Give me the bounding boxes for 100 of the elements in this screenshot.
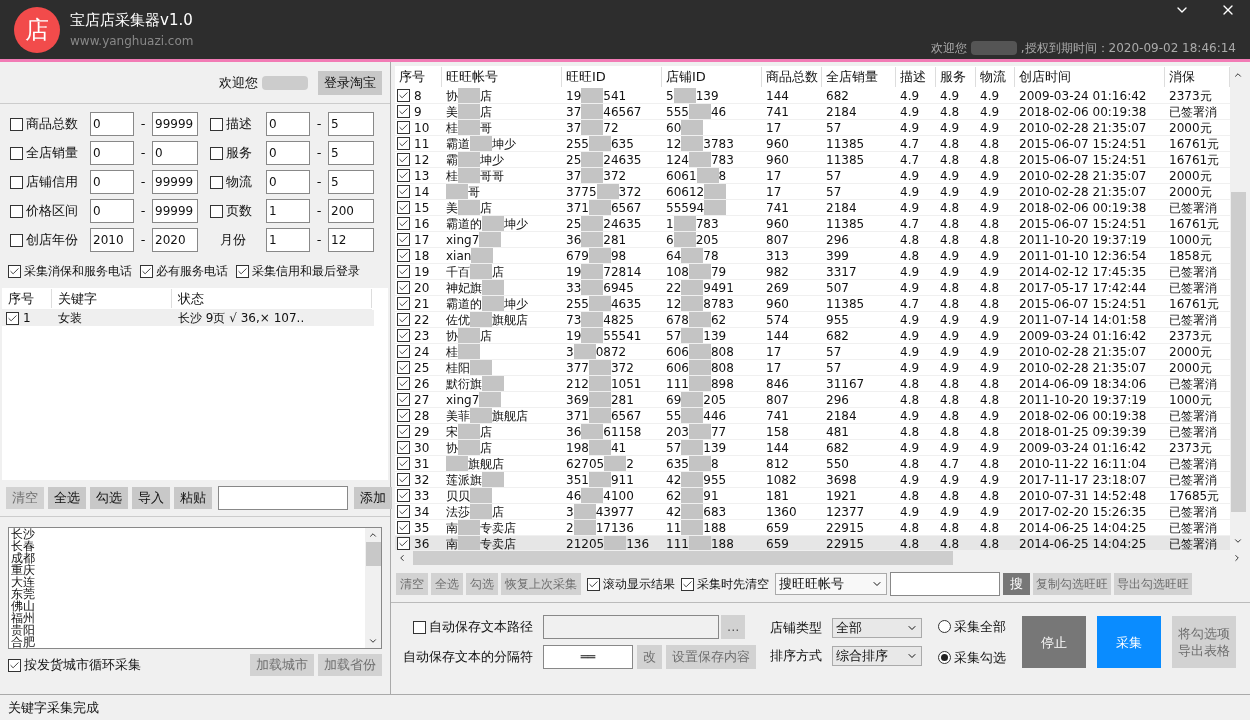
input-field[interactable]: 1 bbox=[266, 228, 310, 252]
input-field[interactable]: 0 bbox=[266, 112, 310, 136]
table-row[interactable]: 32 莲派旗 351 911 42 955 1082 3698 4.9 4.9 4.9 2017-11-17 23:18:07 已签署消 bbox=[395, 472, 1230, 488]
input-field[interactable]: 99999 bbox=[152, 199, 198, 223]
checkbox[interactable] bbox=[397, 377, 410, 390]
checkbox[interactable] bbox=[397, 153, 410, 166]
scroll-thumb[interactable] bbox=[365, 542, 381, 566]
button[interactable]: 勾选 bbox=[90, 487, 128, 509]
checkbox[interactable] bbox=[397, 441, 410, 454]
table-row[interactable]: 28 美菲 旗舰店 371 6567 55 446 741 2184 4.9 4.8 4.9 2018-02-06 00:19:38 已签署消 bbox=[395, 408, 1230, 424]
scroll-right-icon[interactable] bbox=[1232, 553, 1242, 563]
table-row[interactable]: 24 桂 3 0872 606 808 17 57 4.9 4.9 4.9 2010-02-28 21:35:07 2000元 bbox=[395, 344, 1230, 360]
checkbox[interactable] bbox=[397, 297, 410, 310]
list-item[interactable]: 重庆 bbox=[11, 564, 365, 576]
button[interactable]: 添加 bbox=[354, 487, 392, 509]
list-item[interactable]: 贵阳 bbox=[11, 624, 365, 636]
checkbox[interactable] bbox=[681, 577, 694, 591]
checkbox[interactable] bbox=[397, 89, 410, 102]
input-field[interactable]: 0 bbox=[266, 170, 310, 194]
checkbox[interactable] bbox=[397, 137, 410, 150]
dropdown[interactable]: 搜旺旺帐号 bbox=[775, 573, 887, 595]
scroll-down-icon[interactable] bbox=[1233, 536, 1243, 546]
input-field[interactable]: 5 bbox=[328, 112, 374, 136]
scroll-thumb[interactable] bbox=[1230, 192, 1246, 512]
checkbox[interactable] bbox=[10, 117, 23, 131]
checkbox[interactable] bbox=[397, 361, 410, 374]
checkbox[interactable] bbox=[236, 264, 249, 278]
checkbox[interactable] bbox=[10, 175, 23, 189]
checkbox[interactable] bbox=[210, 117, 223, 131]
radio-button[interactable] bbox=[938, 651, 951, 665]
table-row[interactable]: 36 南 专卖店 21205 136 111 188 659 22915 4.8 4.8 4.8 2014-06-25 14:04:25 已签署消 bbox=[395, 536, 1230, 550]
checkbox[interactable] bbox=[587, 577, 600, 591]
search-button[interactable]: 搜 bbox=[1003, 573, 1030, 595]
table-row[interactable]: 29 宋 店 36 61158 203 77 158 481 4.8 4.8 4.8 2018-01-25 09:39:39 已签署消 bbox=[395, 424, 1230, 440]
table-row[interactable]: 19 千百 店 19 72814 108 79 982 3317 4.9 4.9 4.9 2014-02-12 17:45:35 已签署消 bbox=[395, 264, 1230, 280]
checkbox[interactable] bbox=[397, 217, 410, 230]
dropdown[interactable]: 综合排序 bbox=[832, 646, 922, 666]
input-field[interactable]: 1 bbox=[266, 199, 310, 223]
list-item[interactable]: 合肥 bbox=[11, 636, 365, 648]
checkbox[interactable] bbox=[210, 175, 223, 189]
checkbox[interactable] bbox=[397, 281, 410, 294]
list-item[interactable]: 福州 bbox=[11, 612, 365, 624]
checkbox[interactable] bbox=[397, 169, 410, 182]
table-row[interactable]: 17 xing7 36 281 6 205 807 296 4.8 4.8 4.8 2011-10-20 19:37:19 1000元 bbox=[395, 232, 1230, 248]
button[interactable]: 全选 bbox=[48, 487, 86, 509]
button[interactable]: 改 bbox=[637, 645, 662, 669]
checkbox[interactable] bbox=[397, 329, 410, 342]
table-row[interactable]: 27 xing7 369 281 69 205 807 296 4.8 4.8 4.8 2011-10-20 19:37:19 1000元 bbox=[395, 392, 1230, 408]
table-row[interactable]: 16 霸道的 坤少 25 24635 1 783 960 11385 4.7 4.8 4.8 2015-06-07 15:24:51 16761元 bbox=[395, 216, 1230, 232]
input-field[interactable]: 0 bbox=[90, 141, 134, 165]
input-field[interactable]: 12 bbox=[328, 228, 374, 252]
button[interactable]: 导入 bbox=[132, 487, 170, 509]
table-row[interactable]: 30 协 店 198 41 57 139 144 682 4.9 4.9 4.9 2009-03-24 01:16:42 2373元 bbox=[395, 440, 1230, 456]
checkbox[interactable] bbox=[397, 457, 410, 470]
checkbox[interactable] bbox=[10, 204, 23, 218]
input-field[interactable]: 200 bbox=[328, 199, 374, 223]
action-button[interactable]: 停止 bbox=[1022, 616, 1086, 668]
input-field[interactable]: ══ bbox=[543, 645, 633, 669]
scroll-left-icon[interactable] bbox=[397, 553, 407, 563]
button[interactable]: ... bbox=[721, 615, 746, 639]
input-field[interactable]: 0 bbox=[266, 141, 310, 165]
checkbox[interactable] bbox=[397, 345, 410, 358]
table-row[interactable]: 22 佐优 旗舰店 73 4825 678 62 574 955 4.9 4.9 4.9 2011-07-14 14:01:58 已签署消 bbox=[395, 312, 1230, 328]
table-row[interactable]: 9 美 店 37 46567 555 46 741 2184 4.9 4.8 4.9 2018-02-06 00:19:38 已签署消 bbox=[395, 104, 1230, 120]
checkbox[interactable] bbox=[397, 537, 410, 550]
checkbox[interactable] bbox=[10, 146, 23, 160]
checkbox[interactable] bbox=[397, 233, 410, 246]
list-item[interactable]: 成都 bbox=[11, 552, 365, 564]
input-field[interactable]: 5 bbox=[328, 141, 374, 165]
input-field[interactable]: 2010 bbox=[90, 228, 134, 252]
checkbox[interactable] bbox=[397, 249, 410, 262]
checkbox[interactable] bbox=[397, 185, 410, 198]
checkbox[interactable] bbox=[10, 233, 23, 247]
checkbox[interactable] bbox=[413, 620, 426, 634]
scroll-thumb[interactable] bbox=[413, 551, 953, 565]
checkbox[interactable] bbox=[397, 505, 410, 518]
input-field[interactable] bbox=[543, 615, 719, 639]
table-row[interactable]: 13 桂 哥哥 37 372 6061 8 17 57 4.9 4.9 4.9 2010-02-28 21:35:07 2000元 bbox=[395, 168, 1230, 184]
table-row[interactable]: 10 桂 哥 37 72 60 17 57 4.9 4.9 4.9 2010-02-28 21:35:07 2000元 bbox=[395, 120, 1230, 136]
checkbox[interactable] bbox=[397, 105, 410, 118]
table-row[interactable]: 34 法莎 店 3 43977 42 683 1360 12377 4.9 4.9 4.9 2017-02-20 15:26:35 已签署消 bbox=[395, 504, 1230, 520]
action-button[interactable]: 将勾选项导出表格 bbox=[1172, 616, 1236, 668]
button[interactable]: 粘贴 bbox=[174, 487, 212, 509]
list-item[interactable]: 大连 bbox=[11, 576, 365, 588]
checkbox[interactable] bbox=[6, 311, 19, 325]
checkbox[interactable] bbox=[210, 146, 223, 160]
checkbox[interactable] bbox=[210, 204, 223, 218]
checkbox[interactable] bbox=[140, 264, 153, 278]
input-field[interactable]: 99999 bbox=[152, 112, 198, 136]
checkbox[interactable] bbox=[397, 313, 410, 326]
checkbox[interactable] bbox=[397, 521, 410, 534]
table-row[interactable]: 25 桂阳 377 372 606 808 17 57 4.9 4.9 4.9 2010-02-28 21:35:07 2000元 bbox=[395, 360, 1230, 376]
checkbox[interactable] bbox=[397, 121, 410, 134]
table-row[interactable]: 31 旗舰店 62705 2 635 8 812 550 4.8 4.7 4.8 2010-11-22 16:11:04 已签署消 bbox=[395, 456, 1230, 472]
checkbox[interactable] bbox=[397, 201, 410, 214]
table-row[interactable]: 8 协 店 19 541 5 139 144 682 4.9 4.9 4.9 2009-03-24 01:16:42 2373元 bbox=[395, 88, 1230, 104]
input-field[interactable] bbox=[890, 572, 1000, 596]
input-field[interactable]: 0 bbox=[90, 112, 134, 136]
table-row[interactable]: 21 霸道的 坤少 255 4635 12 8783 960 11385 4.7 4.8 4.8 2015-06-07 15:24:51 16761元 bbox=[395, 296, 1230, 312]
checkbox[interactable] bbox=[397, 489, 410, 502]
